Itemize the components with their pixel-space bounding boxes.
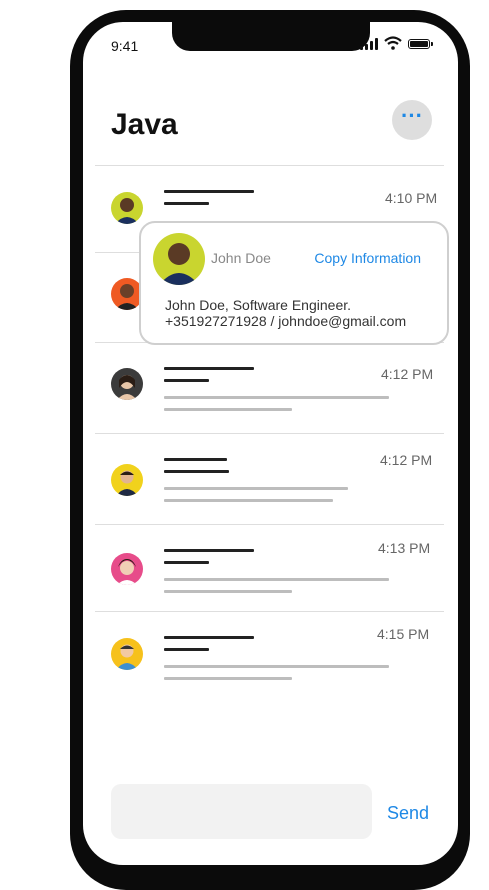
screen: 9:41 Java ··· 4:10 PM 4:12 PM 4:12 PM 4:… [83,22,458,865]
message-preview-line [164,379,209,382]
message-preview-line [164,458,227,461]
message-preview-line [164,487,348,490]
message-time: 4:12 PM [380,452,433,468]
more-options-button[interactable]: ··· [392,100,432,140]
contact-details-line: +351927271928 / johndoe@gmail.com [165,313,407,329]
message-preview-line [164,367,254,370]
contact-name: John Doe [211,250,271,266]
send-button[interactable]: Send [387,803,429,824]
message-preview-line [164,396,389,399]
contact-popup: John Doe Copy Information John Doe, Soft… [139,221,449,345]
avatar[interactable] [111,368,143,400]
message-preview-line [164,648,209,651]
message-preview-line [164,549,254,552]
message-time: 4:15 PM [377,626,430,642]
avatar[interactable] [111,553,143,585]
divider [95,165,444,166]
battery-icon [408,39,433,49]
message-preview-line [164,665,389,668]
message-preview-line [164,636,254,639]
copy-information-button[interactable]: Copy Information [314,250,421,266]
message-preview-line [164,590,292,593]
avatar[interactable] [111,464,143,496]
message-time: 4:13 PM [378,540,431,556]
divider [95,524,444,525]
message-time: 4:12 PM [381,366,434,382]
message-time: 4:10 PM [385,190,438,206]
message-preview-line [164,499,333,502]
message-preview-line [164,470,229,473]
divider [95,252,139,253]
contact-details-line: John Doe, Software Engineer. [165,297,352,313]
message-input[interactable] [111,784,372,839]
page-title: Java [111,108,178,141]
divider [95,433,444,434]
avatar[interactable] [111,638,143,670]
message-preview-line [164,202,209,205]
signal-icon [360,38,380,50]
wifi-icon [384,36,402,50]
divider [95,611,444,612]
message-preview-line [164,190,254,193]
phone-frame: 9:41 Java ··· 4:10 PM 4:12 PM 4:12 PM 4:… [70,10,470,890]
ellipsis-icon: ··· [401,103,423,128]
status-icons [360,36,440,52]
contact-avatar [153,233,205,285]
message-preview-line [164,677,292,680]
notch [172,22,370,51]
message-preview-line [164,408,292,411]
message-preview-line [164,578,389,581]
message-preview-line [164,561,209,564]
avatar[interactable] [111,192,143,224]
contact-details: John Doe, Software Engineer. +3519272719… [165,297,406,329]
status-time: 9:41 [111,38,139,54]
